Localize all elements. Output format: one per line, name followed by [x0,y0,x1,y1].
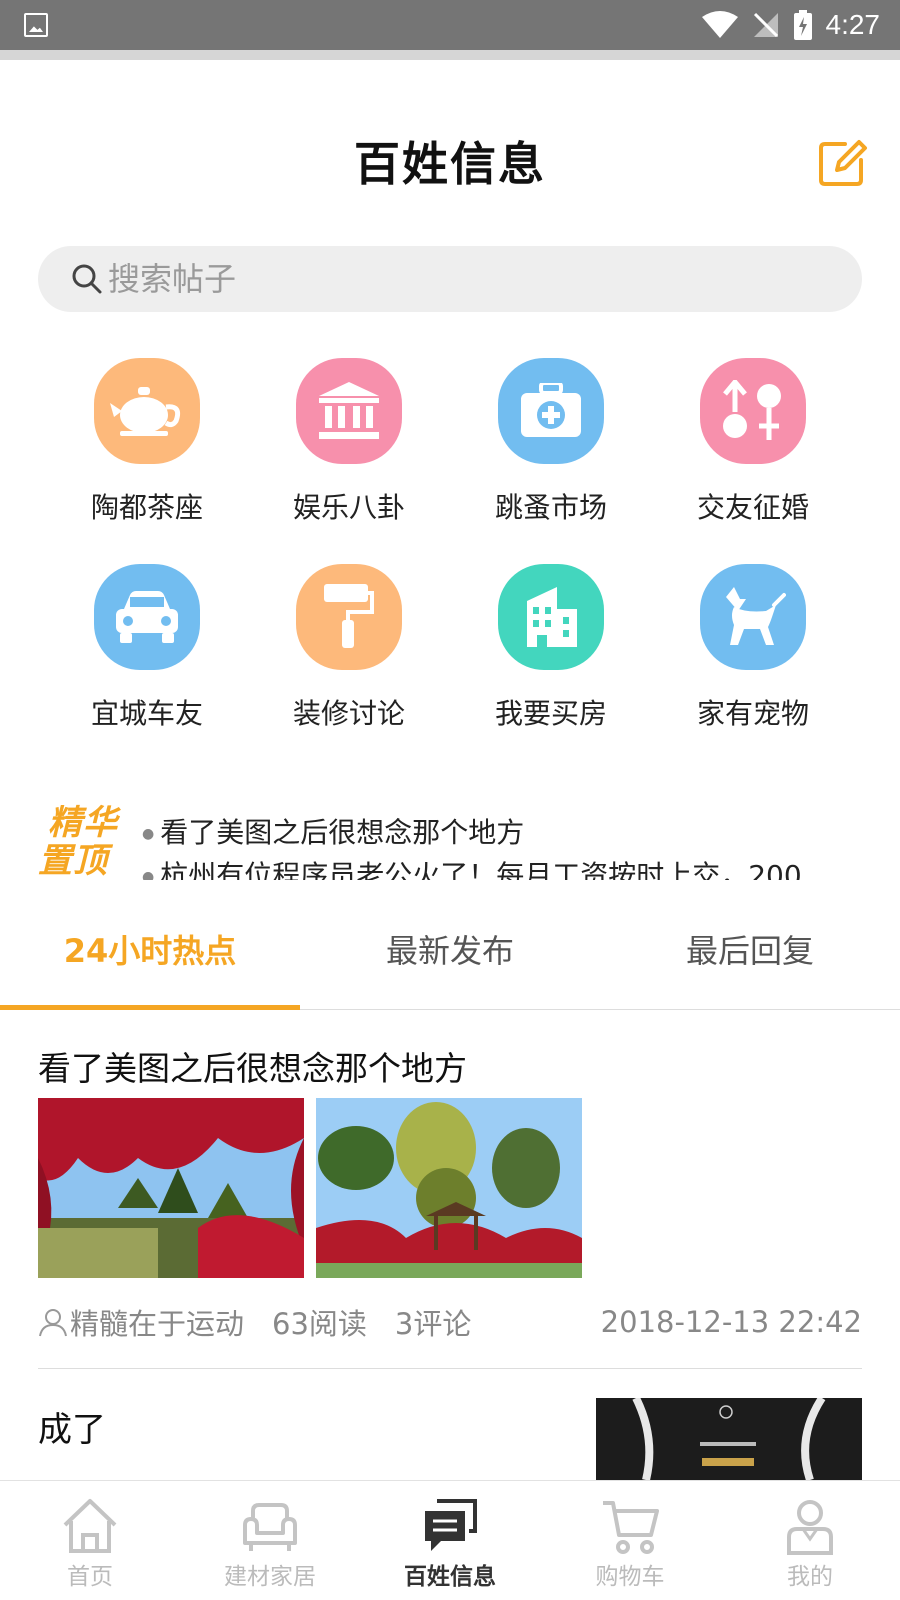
search-bar[interactable] [38,246,862,312]
featured-list: 看了美图之后很想念那个地方 杭州有位程序员老公火了！每月工资按时上交，200 [142,812,862,880]
category-label: 装修讨论 [292,697,405,730]
category-grid: 陶都茶座 娱乐八卦 跳蚤市场 交友征婚 宜城车友 装修讨论 我要买房 家有宠物 [46,358,854,738]
search-icon [72,264,102,294]
user-icon [787,1500,833,1555]
building-icon [498,564,604,670]
chat-icon [425,1499,477,1551]
tab-latest[interactable]: 最新发布 [300,906,600,1009]
wifi-icon [701,11,738,38]
post-meta: 精髓在于运动 63阅读 3评论 2018-12-13 22:42 [38,1302,862,1342]
featured-item[interactable]: 看了美图之后很想念那个地方 [142,812,862,855]
dog-icon [700,564,806,670]
post-date: 2018-12-13 22:42 [600,1305,862,1339]
cart-icon [603,1501,659,1554]
category-flea-market[interactable]: 跳蚤市场 [450,358,652,564]
category-label: 娱乐八卦 [292,491,405,524]
nav-label: 建材家居 [224,1564,316,1590]
category-pets[interactable]: 家有宠物 [652,564,854,738]
category-gossip[interactable]: 娱乐八卦 [248,358,450,564]
tab-bar: 24小时热点 最新发布 最后回复 [0,906,900,1010]
category-dating[interactable]: 交友征婚 [652,358,854,564]
category-teahouse[interactable]: 陶都茶座 [46,358,248,564]
nav-community-info[interactable]: 百姓信息 [360,1481,540,1600]
category-car-club[interactable]: 宜城车友 [46,564,248,738]
paint-roller-icon [296,564,402,670]
post-title[interactable]: 成了 [38,1402,106,1451]
clock: 4:27 [825,9,881,40]
home-icon [63,1499,117,1553]
post-title[interactable]: 看了美图之后很想念那个地方 [38,1042,467,1090]
divider [38,1368,862,1369]
page-title: 百姓信息 [354,137,546,191]
post-reads: 63阅读 [272,1307,367,1341]
featured-badge: 精华 置顶 [38,803,118,880]
nav-label: 百姓信息 [404,1564,496,1590]
category-label: 跳蚤市场 [494,491,607,524]
nav-label: 首页 [67,1564,113,1590]
category-label: 交友征婚 [696,491,809,524]
sofa-icon [243,1503,297,1551]
status-bar: 4:27 [0,0,900,50]
post-author[interactable]: 精髓在于运动 [70,1301,244,1343]
category-label: 家有宠物 [696,697,809,730]
post-comments: 3评论 [394,1307,472,1341]
no-signal-icon [753,12,778,38]
nav-home[interactable]: 首页 [0,1481,180,1600]
featured-item[interactable]: 杭州有位程序员老公火了！每月工资按时上交，200 [142,855,862,880]
medkit-icon [498,358,604,464]
search-input[interactable] [108,260,808,298]
tab-last-reply[interactable]: 最后回复 [600,906,900,1009]
gender-icon [700,358,806,464]
edit-icon[interactable] [815,136,869,190]
user-icon [39,1309,67,1337]
category-label: 我要买房 [494,697,607,730]
nav-building-materials[interactable]: 建材家居 [180,1481,360,1600]
featured-pinned: 精华 置顶 看了美图之后很想念那个地方 杭州有位程序员老公火了！每月工资按时上交… [38,800,862,880]
category-buy-house[interactable]: 我要买房 [450,564,652,738]
teapot-icon [94,358,200,464]
nav-me[interactable]: 我的 [720,1481,900,1600]
battery-charging-icon [793,10,812,40]
nav-cart[interactable]: 购物车 [540,1481,720,1600]
category-label: 宜城车友 [90,697,203,730]
car-icon [94,564,200,670]
image-icon [24,13,48,37]
bottom-nav: 首页 建材家居 百姓信息 购物车 我的 [0,1480,900,1600]
post-image[interactable] [38,1098,304,1278]
toolbar-shadow [0,50,900,60]
post-image[interactable] [316,1098,582,1278]
category-label: 陶都茶座 [90,491,203,524]
post-image[interactable] [596,1398,862,1480]
tab-24h-hot[interactable]: 24小时热点 [0,906,300,1010]
nav-label: 我的 [787,1564,833,1590]
category-renovation[interactable]: 装修讨论 [248,564,450,738]
nav-label: 购物车 [595,1564,665,1590]
bank-icon [296,358,402,464]
